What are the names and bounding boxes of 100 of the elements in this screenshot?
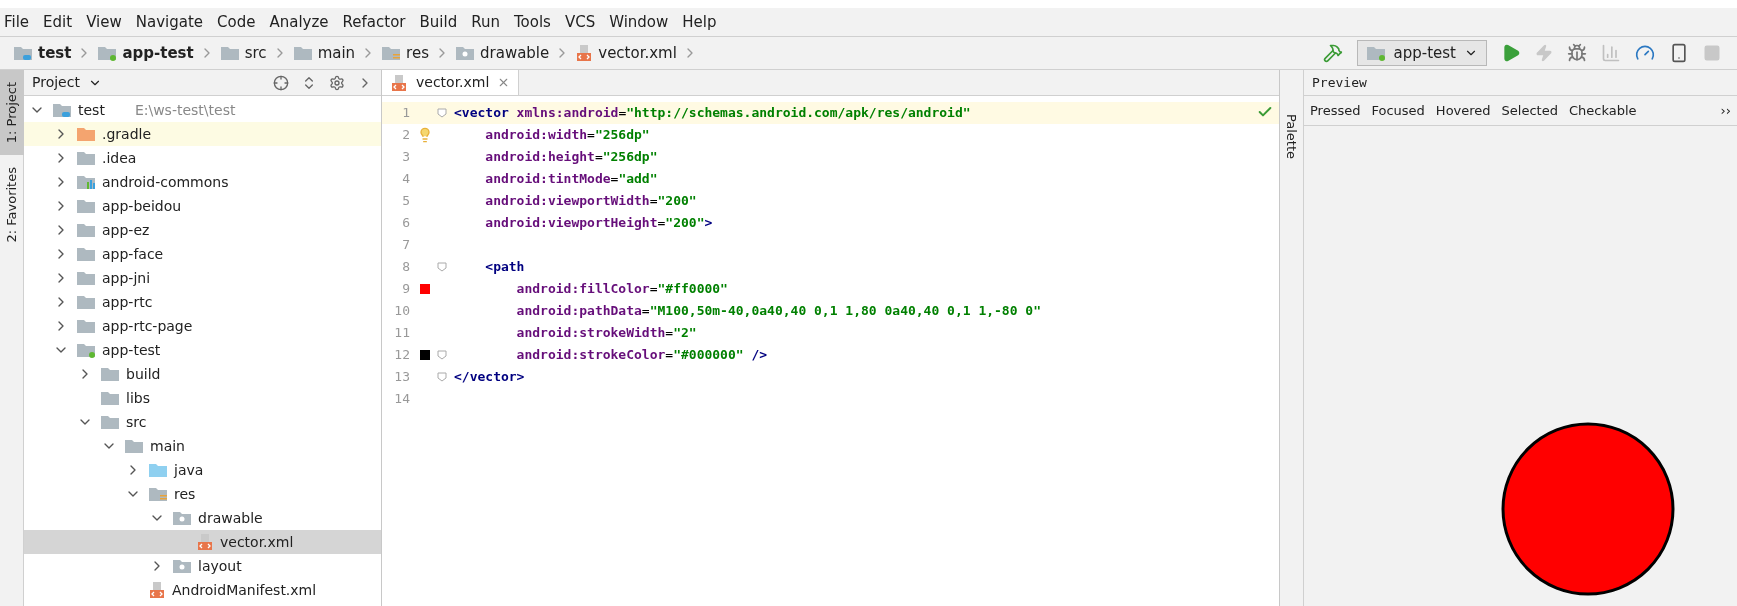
menu-item[interactable]: VCS: [564, 10, 596, 34]
folder-icon: [76, 270, 96, 286]
tree-label: build: [126, 364, 161, 384]
menu-item[interactable]: File: [4, 10, 30, 34]
menu-item[interactable]: Navigate: [135, 10, 204, 34]
fold-marker-icon[interactable]: [437, 350, 447, 360]
tree-item[interactable]: .gradle: [24, 122, 381, 146]
tree-label: .gradle: [102, 124, 152, 144]
tree-item[interactable]: app-jni: [24, 266, 381, 290]
locate-icon[interactable]: [273, 74, 289, 91]
folder-icon: [100, 390, 120, 406]
line-number: 3: [401, 148, 411, 167]
tree-item[interactable]: app-rtc: [24, 290, 381, 314]
editor-tab[interactable]: vector.xml: [382, 70, 520, 95]
line-number: 6: [401, 214, 411, 233]
code-line: android:height="256dp": [484, 148, 658, 167]
tree-item[interactable]: build: [24, 362, 381, 386]
tree-item[interactable]: java: [24, 458, 381, 482]
state-toggle[interactable]: Focused: [1371, 100, 1425, 121]
run-config-dropdown[interactable]: app-test: [1356, 40, 1487, 66]
settings-icon[interactable]: [329, 74, 345, 91]
folder-icon: [76, 246, 96, 262]
menu-item[interactable]: Help: [682, 10, 717, 34]
more-button[interactable]: ››: [1720, 100, 1731, 121]
breadcrumb[interactable]: main: [287, 41, 361, 65]
tree-item[interactable]: app-test: [24, 338, 381, 362]
tree-label: drawable: [198, 508, 263, 528]
breadcrumb[interactable]: vector.xml: [570, 41, 682, 65]
tree-label: java: [174, 460, 204, 480]
side-tab[interactable]: 1: Project: [0, 70, 24, 156]
tree-item[interactable]: main: [24, 434, 381, 458]
menu-item[interactable]: Code: [217, 10, 256, 34]
menu-item[interactable]: Edit: [43, 10, 73, 34]
tree-item[interactable]: res: [24, 482, 381, 506]
tree-label: main: [150, 436, 185, 456]
state-toggle[interactable]: Selected: [1501, 100, 1558, 121]
folder-icon: [148, 486, 168, 502]
tree-item[interactable]: app-face: [24, 242, 381, 266]
code-line: </vector>: [453, 368, 525, 387]
tree-label: app-test: [102, 340, 161, 360]
line-number: 11: [393, 324, 411, 343]
folder-icon: [292, 45, 313, 61]
tree-item[interactable]: drawable: [24, 506, 381, 530]
tree-label: app-ez: [102, 220, 150, 240]
menu-item[interactable]: View: [86, 10, 122, 34]
tree-label: .idea: [102, 148, 137, 168]
menu-item[interactable]: Build: [419, 10, 458, 34]
tree-item[interactable]: libs: [24, 386, 381, 410]
gauge-icon[interactable]: [1635, 43, 1655, 63]
breadcrumb[interactable]: test: [8, 41, 77, 65]
menu-item[interactable]: Run: [471, 10, 500, 34]
tree-item[interactable]: .idea: [24, 146, 381, 170]
line-number: 7: [401, 236, 411, 255]
fold-marker-icon[interactable]: [437, 108, 447, 118]
tree-item[interactable]: vector.xml: [24, 530, 381, 554]
tree-label: app-face: [102, 244, 164, 264]
folder-icon: [13, 45, 33, 61]
state-toggle[interactable]: Pressed: [1310, 100, 1361, 121]
menu-item[interactable]: Refactor: [342, 10, 406, 34]
breadcrumb[interactable]: app-test: [92, 41, 199, 65]
tree-label: app-rtc-page: [102, 316, 193, 336]
breadcrumb[interactable]: src: [214, 41, 272, 65]
tree-item[interactable]: app-ez: [24, 218, 381, 242]
tree-item[interactable]: layout: [24, 554, 381, 578]
code-line: android:strokeWidth="2": [515, 324, 697, 343]
menu-item[interactable]: Tools: [513, 10, 551, 34]
build-icon[interactable]: [1322, 43, 1343, 63]
run-icon[interactable]: [1501, 43, 1521, 63]
tree-item[interactable]: AndroidManifest.xml: [24, 578, 381, 602]
debug-icon[interactable]: [1567, 43, 1587, 63]
tree-item[interactable]: android-commons: [24, 170, 381, 194]
panel-title[interactable]: Project: [32, 72, 80, 93]
xml-file-icon: [575, 44, 594, 62]
state-toggle[interactable]: Hovered: [1435, 100, 1491, 121]
state-toggle[interactable]: Checkable: [1568, 100, 1637, 121]
tree-item[interactable]: src: [24, 410, 381, 434]
menu-item[interactable]: Analyze: [269, 10, 329, 34]
folder-icon: [124, 438, 144, 454]
folder-icon: [172, 558, 192, 574]
tree-item[interactable]: test E:\ws-test\test: [24, 98, 381, 122]
breadcrumb[interactable]: drawable: [450, 41, 555, 65]
tree-item[interactable]: app-rtc-page: [24, 314, 381, 338]
fold-marker-icon[interactable]: [437, 372, 447, 382]
code-line: android:tintMode="add": [484, 170, 658, 189]
tree-item[interactable]: app-beidou: [24, 194, 381, 218]
manifest-file-icon: [148, 581, 166, 599]
device-icon[interactable]: [1669, 43, 1689, 63]
folder-icon: [52, 102, 72, 118]
folder-icon: [381, 45, 402, 61]
line-number: 14: [393, 390, 411, 409]
tree-label: src: [126, 412, 147, 432]
tree-label: libs: [126, 388, 150, 408]
tree-label: app-jni: [102, 268, 151, 288]
fold-marker-icon[interactable]: [437, 262, 447, 272]
side-tab[interactable]: 2: Favorites: [0, 155, 24, 255]
code-line: android:strokeColor="#000000" />: [515, 346, 768, 365]
code-line: android:width="256dp": [484, 126, 650, 145]
side-tab[interactable]: Palette: [1281, 106, 1302, 173]
breadcrumb[interactable]: res: [376, 41, 434, 65]
menu-item[interactable]: Window: [609, 10, 669, 34]
